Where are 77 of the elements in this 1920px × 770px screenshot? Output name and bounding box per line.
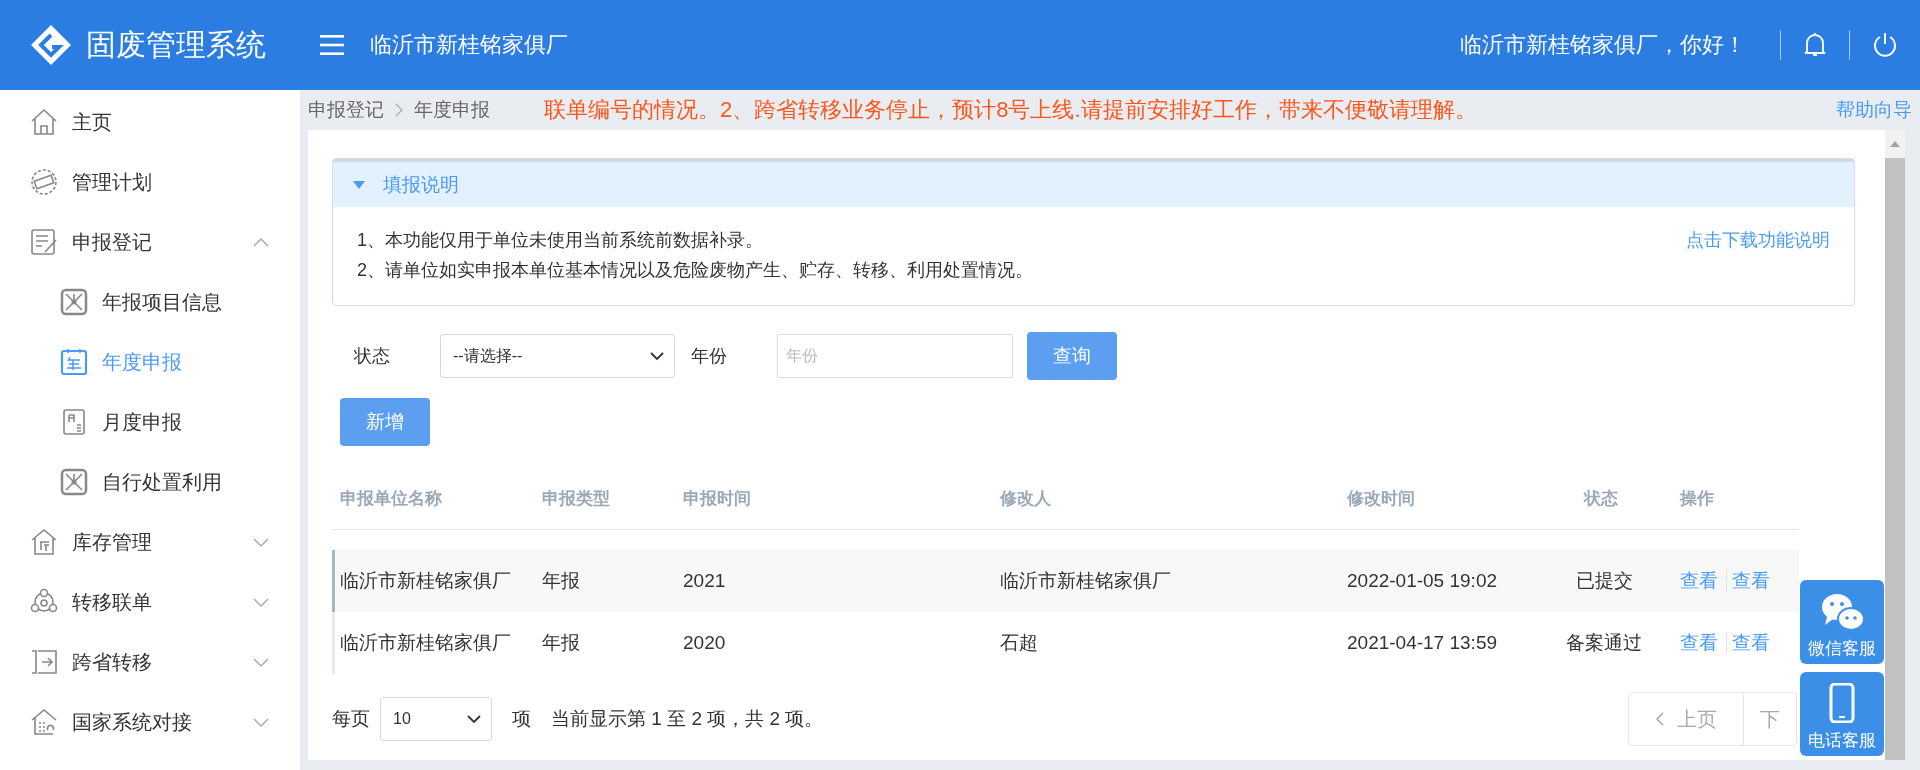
sidebar-subitem[interactable]: 自行处置利用 [0, 452, 300, 512]
table-cell-text: 临沂市新桂铭家俱厂 [339, 631, 512, 655]
sidebar-subitem[interactable]: 月度申报 [0, 392, 300, 452]
network-icon [60, 288, 88, 316]
instruction-text: 1、本功能仅用于单位未使用当前系统前数据补录。 [357, 229, 764, 252]
year-field[interactable]: 年份 [777, 334, 1013, 378]
notice-text: 联单编号的情况。2、跨省转移业务停止，预计8号上线.请提前安排好工作，带来不便敬请理解。 [544, 96, 1478, 124]
sidebar-item[interactable]: 申报登记 [0, 212, 300, 272]
table-cell-text: 2021-04-17 13:59 [1346, 632, 1498, 654]
status-label: 状态 [354, 345, 390, 368]
sidebar-subitem[interactable]: 年报项目信息 [0, 272, 300, 332]
document-edit-icon [30, 228, 58, 256]
warehouse-icon [30, 528, 58, 556]
home-icon [30, 108, 58, 136]
phone-icon [1827, 683, 1857, 723]
query-button[interactable]: 查询 [1027, 332, 1117, 380]
company-name: 临沂市新桂铭家俱厂 [370, 31, 568, 59]
bell-icon[interactable] [1803, 32, 1827, 58]
network-icon [60, 468, 88, 496]
column-header: 操作 [1678, 488, 1715, 510]
column-header: 状态 [1582, 488, 1619, 510]
column-header: 申报类型 [541, 488, 611, 510]
sidebar-item[interactable]: 管理计划 [0, 152, 300, 212]
column-header: 申报时间 [682, 488, 752, 510]
table-cell-text: 临沂市新桂铭家俱厂 [339, 569, 512, 593]
support-button[interactable]: 微信客服 [1800, 580, 1884, 664]
chevron-down-icon [467, 714, 481, 724]
table-cell-text: 已提交 [1574, 569, 1634, 593]
stamp-icon [30, 168, 58, 196]
table-cell-text: 备案通过 [1565, 631, 1643, 655]
pagination-summary: 当前显示第 1 至 2 项，共 2 项。 [551, 707, 824, 731]
table-row[interactable]: 临沂市新桂铭家俱厂 年报 2021 临沂市新桂铭家俱厂 2022-01-05 19:02 已提交 查看 查看 [332, 550, 1799, 612]
status-select[interactable]: --请选择-- [440, 334, 675, 378]
breadcrumb-link[interactable]: 申报登记 [308, 97, 384, 123]
download-link[interactable]: 点击下载功能说明 [1686, 225, 1830, 285]
sidebar-item[interactable]: 国家系统对接 [0, 692, 300, 752]
breadcrumb-link[interactable]: 年度申报 [414, 97, 490, 123]
app-title: 固废管理系统 [86, 26, 266, 63]
scroll-up-icon[interactable] [1890, 141, 1900, 147]
chevron-right-icon [394, 102, 404, 118]
column-header: 修改时间 [1346, 488, 1416, 510]
view-link[interactable]: 查看 [1727, 568, 1778, 594]
power-icon[interactable] [1872, 32, 1898, 58]
table-cell-text: 年报 [541, 631, 581, 655]
instruction-text: 2、请单位如实申报本单位基本情况以及危险废物产生、贮存、转移、利用处置情况。 [357, 259, 1034, 282]
month-document-icon [60, 408, 88, 436]
sidebar-item[interactable]: 跨省转移 [0, 632, 300, 692]
greeting-text: 临沂市新桂铭家俱厂，你好！ [1460, 31, 1746, 59]
per-page-label: 每页 [332, 707, 370, 731]
unit-label: 项 [512, 707, 531, 731]
view-link[interactable]: 查看 [1675, 630, 1726, 656]
year-label: 年份 [691, 345, 728, 368]
sidebar-item[interactable]: 主页 [0, 92, 300, 152]
view-link[interactable]: 查看 [1727, 630, 1778, 656]
building-icon [30, 708, 58, 736]
view-link[interactable]: 查看 [1675, 568, 1726, 594]
exit-arrow-icon [30, 648, 58, 676]
chevron-down-icon [650, 351, 664, 361]
add-button[interactable]: 新增 [340, 398, 430, 446]
column-header: 申报单位名称 [339, 488, 443, 510]
sidebar-item[interactable]: 库存管理 [0, 512, 300, 572]
sidebar-item[interactable]: 转移联单 [0, 572, 300, 632]
table-cell-text: 2022-01-05 19:02 [1346, 570, 1498, 592]
scrollbar[interactable] [1885, 130, 1905, 760]
chevron-left-icon [1655, 711, 1665, 727]
sidebar-subitem[interactable]: 年度申报 [0, 332, 300, 392]
menu-icon[interactable] [320, 35, 344, 55]
logo-icon [30, 24, 72, 66]
table-cell-text: 临沂市新桂铭家俱厂 [999, 569, 1172, 593]
table-cell-text: 石超 [999, 631, 1039, 655]
support-button[interactable]: 电话客服 [1800, 672, 1884, 756]
table-cell-text: 年报 [541, 569, 581, 593]
table-cell-text: 2021 [682, 570, 727, 592]
calendar-icon [60, 348, 88, 376]
table-cell-text: 2020 [682, 632, 727, 654]
page-size-select[interactable]: 10 [380, 697, 492, 741]
column-header: 修改人 [999, 488, 1052, 510]
